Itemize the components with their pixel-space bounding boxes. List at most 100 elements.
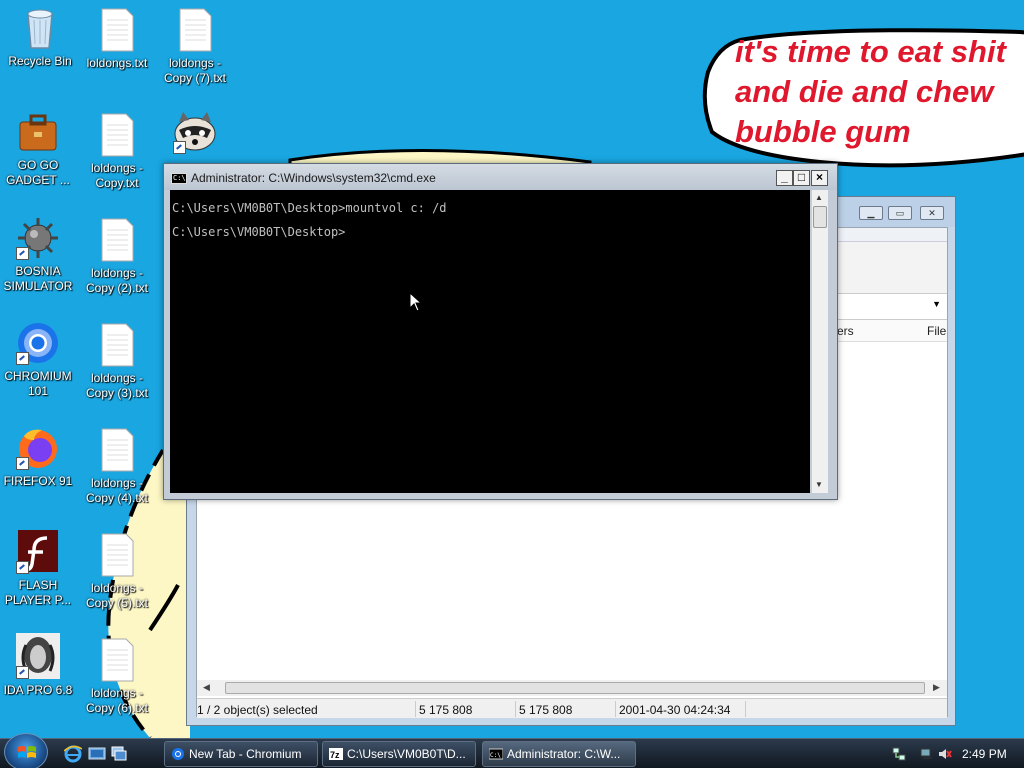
desktop-icon-bosnia-simulator[interactable]: BOSNIA SIMULATOR xyxy=(0,214,78,294)
desktop-icon-label: loldongs - Copy (3).txt xyxy=(85,371,148,400)
svg-text:C:\: C:\ xyxy=(490,752,501,759)
horizontal-scrollbar[interactable]: ◀ ▶ xyxy=(197,680,947,696)
desktop-icon-label: FIREFOX 91 xyxy=(3,474,73,488)
desktop-icon-raccoon[interactable] xyxy=(155,108,235,158)
desktop-icon-flash-player[interactable]: FLASH PLAYER P... xyxy=(0,528,78,608)
cmd-title: Administrator: C:\Windows\system32\cmd.e… xyxy=(191,171,436,185)
maximize-button[interactable]: □ xyxy=(793,170,810,186)
desktop-icon-label: CHROMIUM 101 xyxy=(4,369,72,398)
clock[interactable]: 2:49 PM xyxy=(962,747,1007,761)
desktop-icon-go-go-gadget[interactable]: GO GO GADGET ... xyxy=(0,108,78,188)
desktop-icon-label: Recycle Bin xyxy=(8,54,72,68)
text-file-icon xyxy=(171,6,219,54)
taskbar: New Tab - Chromium 7z C:\Users\VM0B0T\D.… xyxy=(0,733,1024,768)
desktop-icon-ida-pro[interactable]: IDA PRO 6.8 xyxy=(0,633,78,698)
desktop-icon-label: loldongs - Copy (7).txt xyxy=(163,56,226,85)
desktop-icon-label: IDA PRO 6.8 xyxy=(3,683,73,697)
scrollbar-thumb[interactable] xyxy=(813,206,827,228)
raccoon-icon xyxy=(171,108,219,156)
briefcase-icon xyxy=(14,108,62,156)
desktop-icon-loldongs-copy[interactable]: loldongs - Copy.txt xyxy=(77,111,157,191)
desktop-icon-chromium[interactable]: CHROMIUM 101 xyxy=(0,319,78,399)
switch-windows-icon[interactable] xyxy=(110,745,128,763)
cmd-titlebar[interactable]: C:\ Administrator: C:\Windows\system32\c… xyxy=(164,164,837,190)
cmd-icon: C:\ xyxy=(171,173,187,184)
desktop-icon-label: GO GO GADGET ... xyxy=(6,158,70,187)
console-prompt-line: C:\Users\VM0B0T\Desktop> xyxy=(172,225,346,239)
desktop: it's time to eat shit and die and chew b… xyxy=(0,0,1024,738)
taskbar-item-label: Administrator: C:\W... xyxy=(507,747,621,761)
start-button[interactable] xyxy=(4,733,48,768)
scroll-right-arrow-icon[interactable]: ▶ xyxy=(933,682,940,693)
status-selected: 1 / 2 object(s) selected xyxy=(197,703,318,717)
recycle-bin-icon xyxy=(16,4,64,52)
cmd-icon: C:\ xyxy=(489,748,503,760)
desktop-icon-label: loldongs - Copy.txt xyxy=(90,161,144,190)
text-file-icon xyxy=(93,321,141,369)
spiked-mine-icon xyxy=(14,214,62,262)
shortcut-arrow-icon xyxy=(16,457,29,470)
text-file-icon xyxy=(93,531,141,579)
taskbar-item-7zip[interactable]: 7z C:\Users\VM0B0T\D... xyxy=(322,741,476,767)
desktop-icon-label: loldongs - Copy (6).txt xyxy=(85,686,148,715)
status-date: 2001-04-30 04:24:34 xyxy=(619,703,731,717)
close-button[interactable]: ✕ xyxy=(920,206,944,220)
text-file-icon xyxy=(93,636,141,684)
desktop-icon-loldongs[interactable]: loldongs.txt xyxy=(77,6,157,71)
volume-muted-icon[interactable] xyxy=(938,747,952,761)
scroll-down-arrow-icon[interactable]: ▼ xyxy=(815,480,823,489)
desktop-icon-loldongs-copy-4[interactable]: loldongs - Copy (4).txt xyxy=(77,426,157,506)
windows-logo-icon xyxy=(18,746,36,758)
taskbar-item-label: C:\Users\VM0B0T\D... xyxy=(347,747,466,761)
vertical-scrollbar[interactable]: ▲ ▼ xyxy=(811,190,828,493)
desktop-icon-loldongs-copy-6[interactable]: loldongs - Copy (6).txt xyxy=(77,636,157,716)
svg-text:7z: 7z xyxy=(330,750,340,760)
desktop-icon-label: BOSNIA SIMULATOR xyxy=(3,264,73,293)
chromium-icon xyxy=(14,319,62,367)
shortcut-arrow-icon xyxy=(16,352,29,365)
desktop-icon-recycle-bin[interactable]: Recycle Bin xyxy=(0,4,80,69)
scroll-left-arrow-icon[interactable]: ◀ xyxy=(203,682,210,693)
mouse-cursor-icon xyxy=(409,292,423,312)
flash-player-icon xyxy=(14,528,62,576)
desktop-icon-label: loldongs - Copy (2).txt xyxy=(85,266,148,295)
network-status-icon[interactable] xyxy=(920,747,934,761)
close-button[interactable]: × xyxy=(811,170,828,186)
network-icon[interactable] xyxy=(892,747,906,761)
status-size: 5 175 808 xyxy=(419,703,473,717)
desktop-icon-loldongs-copy-3[interactable]: loldongs - Copy (3).txt xyxy=(77,321,157,401)
scrollbar-thumb[interactable] xyxy=(225,682,925,694)
text-file-icon xyxy=(93,426,141,474)
desktop-icon-label: loldongs - Copy (4).txt xyxy=(85,476,148,505)
shortcut-arrow-icon xyxy=(16,561,29,574)
restore-button[interactable]: ▭ xyxy=(888,206,912,220)
ida-pro-icon xyxy=(14,633,62,681)
text-file-icon xyxy=(93,6,141,54)
minimize-button[interactable]: _ xyxy=(776,170,793,186)
firefox-icon xyxy=(14,424,62,472)
desktop-icon-label: loldongs.txt xyxy=(86,56,148,70)
desktop-icon-loldongs-copy-2[interactable]: loldongs - Copy (2).txt xyxy=(77,216,157,296)
column-header-partial[interactable]: ers xyxy=(837,324,854,338)
shortcut-arrow-icon xyxy=(16,247,29,260)
desktop-icon-firefox[interactable]: FIREFOX 91 xyxy=(0,424,78,489)
text-file-icon xyxy=(93,111,141,159)
taskbar-item-chromium[interactable]: New Tab - Chromium xyxy=(164,741,318,767)
taskbar-item-cmd[interactable]: C:\ Administrator: C:\W... xyxy=(482,741,636,767)
console-line: C:\Users\VM0B0T\Desktop>mountvol c: /d xyxy=(172,201,447,215)
minimize-button[interactable]: ▁ xyxy=(859,206,883,220)
7zip-icon: 7z xyxy=(329,748,343,760)
desktop-icon-label: loldongs - Copy (5).txt xyxy=(85,581,148,610)
desktop-icon-loldongs-copy-5[interactable]: loldongs - Copy (5).txt xyxy=(77,531,157,611)
show-desktop-icon[interactable] xyxy=(88,745,106,763)
system-tray: 2:49 PM xyxy=(888,739,1024,768)
status-bar: 1 / 2 object(s) selected 5 175 808 5 175… xyxy=(197,698,947,718)
column-header-file[interactable]: File xyxy=(927,324,946,338)
shortcut-arrow-icon xyxy=(173,141,186,154)
internet-explorer-icon[interactable] xyxy=(64,745,82,763)
cmd-window[interactable]: C:\ Administrator: C:\Windows\system32\c… xyxy=(163,163,838,500)
scroll-up-arrow-icon[interactable]: ▲ xyxy=(815,193,823,202)
console-output[interactable]: C:\Users\VM0B0T\Desktop>mountvol c: /d C:… xyxy=(170,190,810,493)
desktop-icon-loldongs-copy-7[interactable]: loldongs - Copy (7).txt xyxy=(155,6,235,86)
chevron-down-icon[interactable]: ▼ xyxy=(932,299,941,309)
